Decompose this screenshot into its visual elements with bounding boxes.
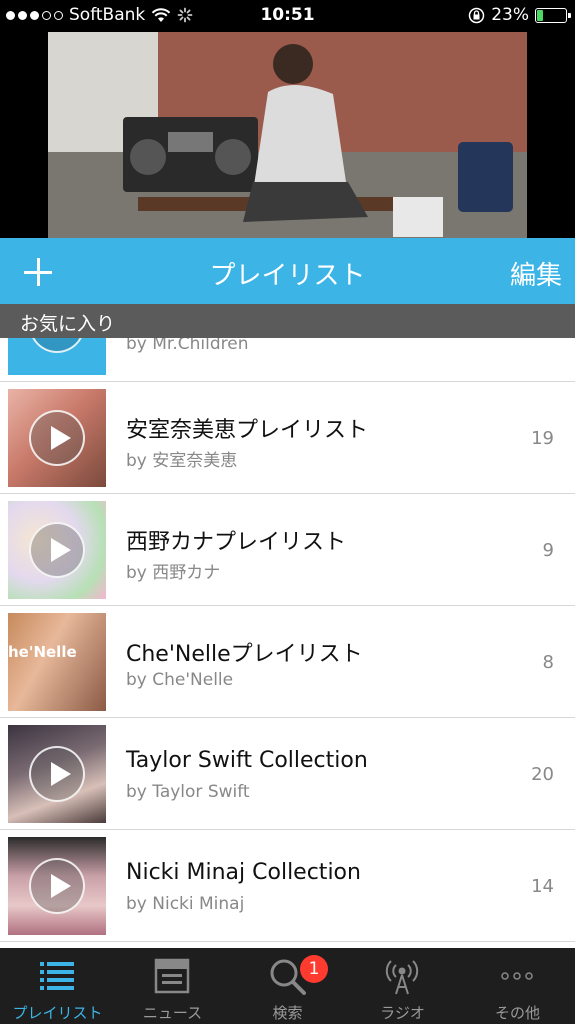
play-icon[interactable] (29, 858, 85, 914)
playlist-row[interactable]: 安室奈美恵プレイリスト by 安室奈美恵 19 (0, 382, 575, 494)
tab-label: 検索 (272, 1004, 303, 1022)
playlist-track-count: 14 (531, 876, 554, 897)
playlist-track-count: 20 (531, 764, 554, 785)
playlist-row[interactable]: 西野カナプレイリスト by 西野カナ 9 (0, 494, 575, 606)
tab-label: その他 (494, 1004, 540, 1022)
tab-more[interactable]: その他 (460, 948, 575, 1024)
playlist-track-count: 19 (531, 428, 554, 449)
playlist-track-count: 9 (542, 540, 554, 561)
list-icon (40, 962, 74, 990)
battery-percent: 23% (491, 5, 529, 25)
tab-news[interactable]: ニュース (115, 948, 230, 1024)
playlist-thumbnail (8, 389, 106, 487)
tab-label: ニュース (142, 1004, 203, 1022)
section-header-favorites: お気に入り (0, 304, 575, 338)
playlist-title: 安室奈美恵プレイリスト (126, 418, 369, 443)
tab-search[interactable]: 検索 (230, 948, 345, 1024)
section-label: お気に入り (20, 313, 116, 335)
playlist-row[interactable]: he'Nelle Che'Nelleプレイリスト by Che'Nelle 8 (0, 606, 575, 718)
tab-radio[interactable]: ラジオ (345, 948, 460, 1024)
playlist-title: 西野カナプレイリスト (126, 530, 347, 555)
status-bar: SoftBank 10:51 23% (0, 0, 575, 32)
playlist-track-count: 8 (542, 652, 554, 673)
playlist-artist: by 西野カナ (126, 563, 221, 583)
playlist-row[interactable]: Nicki Minaj Collection by Nicki Minaj 14 (0, 830, 575, 942)
album-logo: he'Nelle (8, 643, 77, 661)
playlist-row-mrchildren[interactable]: by Mr.Children (0, 338, 575, 382)
nav-header: プレイリスト 編集 (0, 238, 575, 304)
playlist-artist: by Mr.Children (126, 338, 249, 354)
video-player[interactable] (0, 32, 575, 238)
play-icon[interactable] (29, 410, 85, 466)
playlist-row[interactable]: Taylor Swift Collection by Taylor Swift … (0, 718, 575, 830)
more-icon (501, 972, 533, 980)
page-title: プレイリスト (209, 261, 366, 291)
playlist-title: Che'Nelleプレイリスト (126, 642, 363, 667)
playlist-artist: by Nicki Minaj (126, 894, 245, 914)
video-frame[interactable] (48, 32, 527, 238)
playlist-thumbnail (8, 837, 106, 935)
video-still-image (48, 32, 527, 238)
play-icon[interactable] (29, 746, 85, 802)
playlist-thumbnail: he'Nelle (8, 613, 106, 711)
playlist-thumbnail (8, 501, 106, 599)
tab-bar: プレイリスト ニュース 検索 1 ラジオ その他 (0, 948, 575, 1024)
orientation-lock-icon (468, 7, 485, 23)
playlist-list[interactable]: by Mr.Children 安室奈美恵プレイリスト by 安室奈美恵 19 西… (0, 338, 575, 948)
notification-badge: 1 (300, 955, 328, 983)
tab-label: プレイリスト (12, 1004, 103, 1022)
battery-icon (535, 7, 571, 23)
playlist-thumbnail (8, 338, 106, 375)
playlist-title: Taylor Swift Collection (126, 748, 368, 773)
playlist-artist: by 安室奈美恵 (126, 451, 238, 471)
edit-button[interactable]: 編集 (510, 255, 562, 292)
radio-icon (385, 960, 419, 995)
tab-playlist[interactable]: プレイリスト (0, 948, 115, 1024)
playlist-thumbnail (8, 725, 106, 823)
play-icon[interactable] (29, 338, 85, 353)
playlist-title: Nicki Minaj Collection (126, 860, 361, 885)
playlist-artist: by Che'Nelle (126, 670, 234, 690)
playlist-artist: by Taylor Swift (126, 782, 250, 802)
play-icon[interactable] (29, 522, 85, 578)
tab-label: ラジオ (380, 1004, 425, 1022)
news-icon (154, 958, 190, 994)
